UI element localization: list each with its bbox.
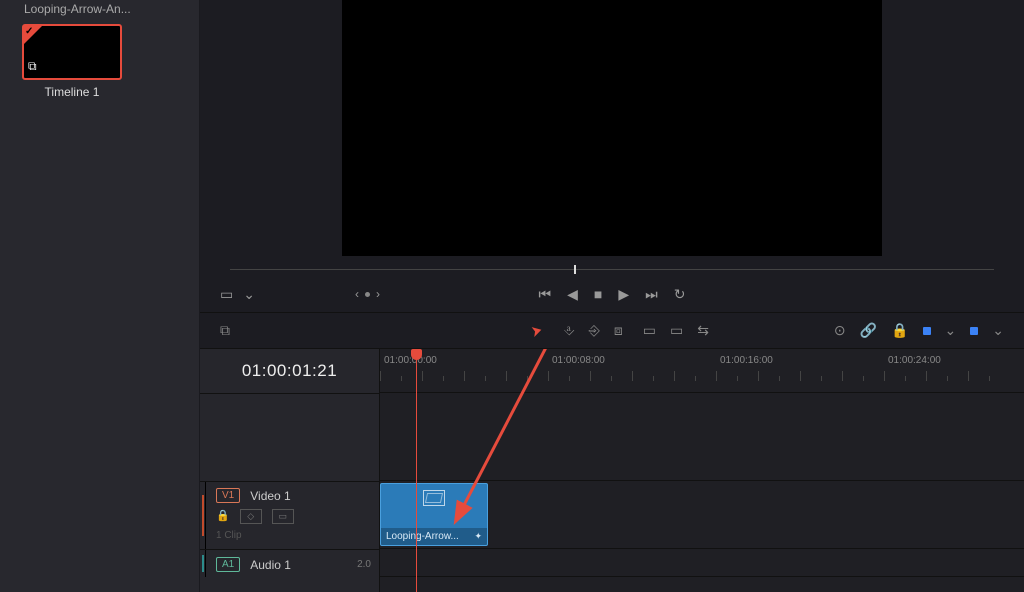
viewer-scrub-bar[interactable] xyxy=(200,262,1024,276)
flag-marker-icon[interactable] xyxy=(923,327,931,335)
play-button[interactable]: ▶ xyxy=(618,286,629,303)
auto-select-toggle[interactable]: ◇ xyxy=(240,509,262,524)
chevron-left-icon[interactable]: ‹ xyxy=(355,287,359,301)
timeline-ruler[interactable]: 01:00:00:00 01:00:08:00 01:00:16:00 01:0… xyxy=(380,349,1024,393)
crop-dropdown-icon[interactable]: ⌄ xyxy=(243,286,255,303)
blade-tool-icon[interactable]: ⎀ xyxy=(563,322,574,339)
flag-dropdown-icon[interactable]: ⌄ xyxy=(945,322,957,339)
clip-thumb-icon xyxy=(423,490,445,506)
timeline-view-icon[interactable]: ⧉ xyxy=(220,322,230,339)
go-end-button[interactable]: ⏭ xyxy=(645,286,658,303)
in-use-badge xyxy=(24,26,42,44)
audio-db-value[interactable]: 2.0 xyxy=(357,559,371,570)
timeline-toolbar: ⧉ ➤ ⎀ ⎆ ⧈ ▭ ▭ ⇆ ⊙ 🔗 🔒 ⌄ ⌄ xyxy=(200,312,1024,348)
snap-icon[interactable]: ⊙ xyxy=(834,322,846,339)
append-tool-icon[interactable]: ⧈ xyxy=(614,322,623,339)
audio-track-tag[interactable]: A1 xyxy=(216,557,240,572)
timeline-clip[interactable]: Looping-Arrow... ✦ xyxy=(380,483,488,546)
track-visible-toggle[interactable]: ▭ xyxy=(272,509,294,524)
viewer-canvas[interactable] xyxy=(342,0,882,256)
bin-item-label: Timeline 1 xyxy=(22,85,122,99)
video-track-tag[interactable]: V1 xyxy=(216,488,240,503)
timeline-body-spacer[interactable] xyxy=(380,393,1024,481)
lock-icon[interactable]: 🔒 xyxy=(891,322,908,339)
marker-icon[interactable] xyxy=(970,327,978,335)
transport-bar: ▭ ⌄ ‹ › ⏮ ◀ ■ ▶ ⏭ ↻ xyxy=(200,276,1024,312)
match-frame-controls[interactable]: ‹ › xyxy=(355,287,380,301)
timeline-timecode[interactable]: 01:00:01:21 xyxy=(200,349,379,393)
timeline-body: 01:00:00:00 01:00:08:00 01:00:16:00 01:0… xyxy=(380,349,1024,592)
ruler-tick: 01:00:00:00 xyxy=(384,355,437,366)
video-track-header: V1 Video 1 🔒 ◇ ▭ 1 Clip xyxy=(200,481,379,549)
timeline-head-spacer xyxy=(200,393,379,481)
bin-filename: Looping-Arrow-An... xyxy=(12,0,187,22)
timeline-header-column: 01:00:01:21 V1 Video 1 🔒 ◇ ▭ xyxy=(200,349,380,592)
crop-icon[interactable]: ▭ xyxy=(220,286,233,303)
clip-fx-badge: ✦ xyxy=(474,531,482,542)
match-dot-icon xyxy=(365,292,370,297)
video-track-lane[interactable]: Looping-Arrow... ✦ xyxy=(380,481,1024,549)
timeline: 01:00:01:21 V1 Video 1 🔒 ◇ ▭ xyxy=(200,348,1024,592)
video-clip-count: 1 Clip xyxy=(216,530,371,541)
replace-clip-icon[interactable]: ▭ xyxy=(643,322,656,339)
timeline-type-icon: ⧉ xyxy=(28,59,37,74)
ripple-icon[interactable]: ⇆ xyxy=(697,322,709,339)
bin-thumbnail[interactable]: ⧉ xyxy=(22,24,122,80)
ruler-tick: 01:00:24:00 xyxy=(888,355,941,366)
stop-button[interactable]: ■ xyxy=(594,286,602,303)
video-track-name[interactable]: Video 1 xyxy=(250,489,290,503)
main-pane: ▭ ⌄ ‹ › ⏮ ◀ ■ ▶ ⏭ ↻ ⧉ xyxy=(200,0,1024,592)
fit-clip-icon[interactable]: ▭ xyxy=(670,322,683,339)
playhead[interactable] xyxy=(416,349,417,592)
ruler-tick: 01:00:08:00 xyxy=(552,355,605,366)
audio-track-name[interactable]: Audio 1 xyxy=(250,558,291,572)
viewer-area xyxy=(200,0,1024,262)
clip-label: Looping-Arrow... xyxy=(386,531,459,542)
media-pool-sidebar: Looping-Arrow-An... ⧉ Timeline 1 xyxy=(0,0,200,592)
play-reverse-button[interactable]: ◀ xyxy=(567,286,578,303)
insert-tool-icon[interactable]: ⎆ xyxy=(589,322,600,339)
audio-track-lane[interactable] xyxy=(380,549,1024,577)
scrub-cursor[interactable] xyxy=(574,265,576,274)
playhead-cap-icon[interactable] xyxy=(411,349,422,360)
link-icon[interactable]: 🔗 xyxy=(860,322,877,339)
bin-item-timeline[interactable]: ⧉ Timeline 1 xyxy=(22,24,122,99)
loop-button[interactable]: ↻ xyxy=(674,286,686,303)
marker-dropdown-icon[interactable]: ⌄ xyxy=(992,322,1004,339)
selection-tool-icon[interactable]: ➤ xyxy=(529,319,545,341)
go-start-button[interactable]: ⏮ xyxy=(538,286,551,303)
audio-track-header: A1 Audio 1 2.0 xyxy=(200,549,379,577)
ruler-tick: 01:00:16:00 xyxy=(720,355,773,366)
track-lock-icon[interactable]: 🔒 xyxy=(216,509,230,524)
